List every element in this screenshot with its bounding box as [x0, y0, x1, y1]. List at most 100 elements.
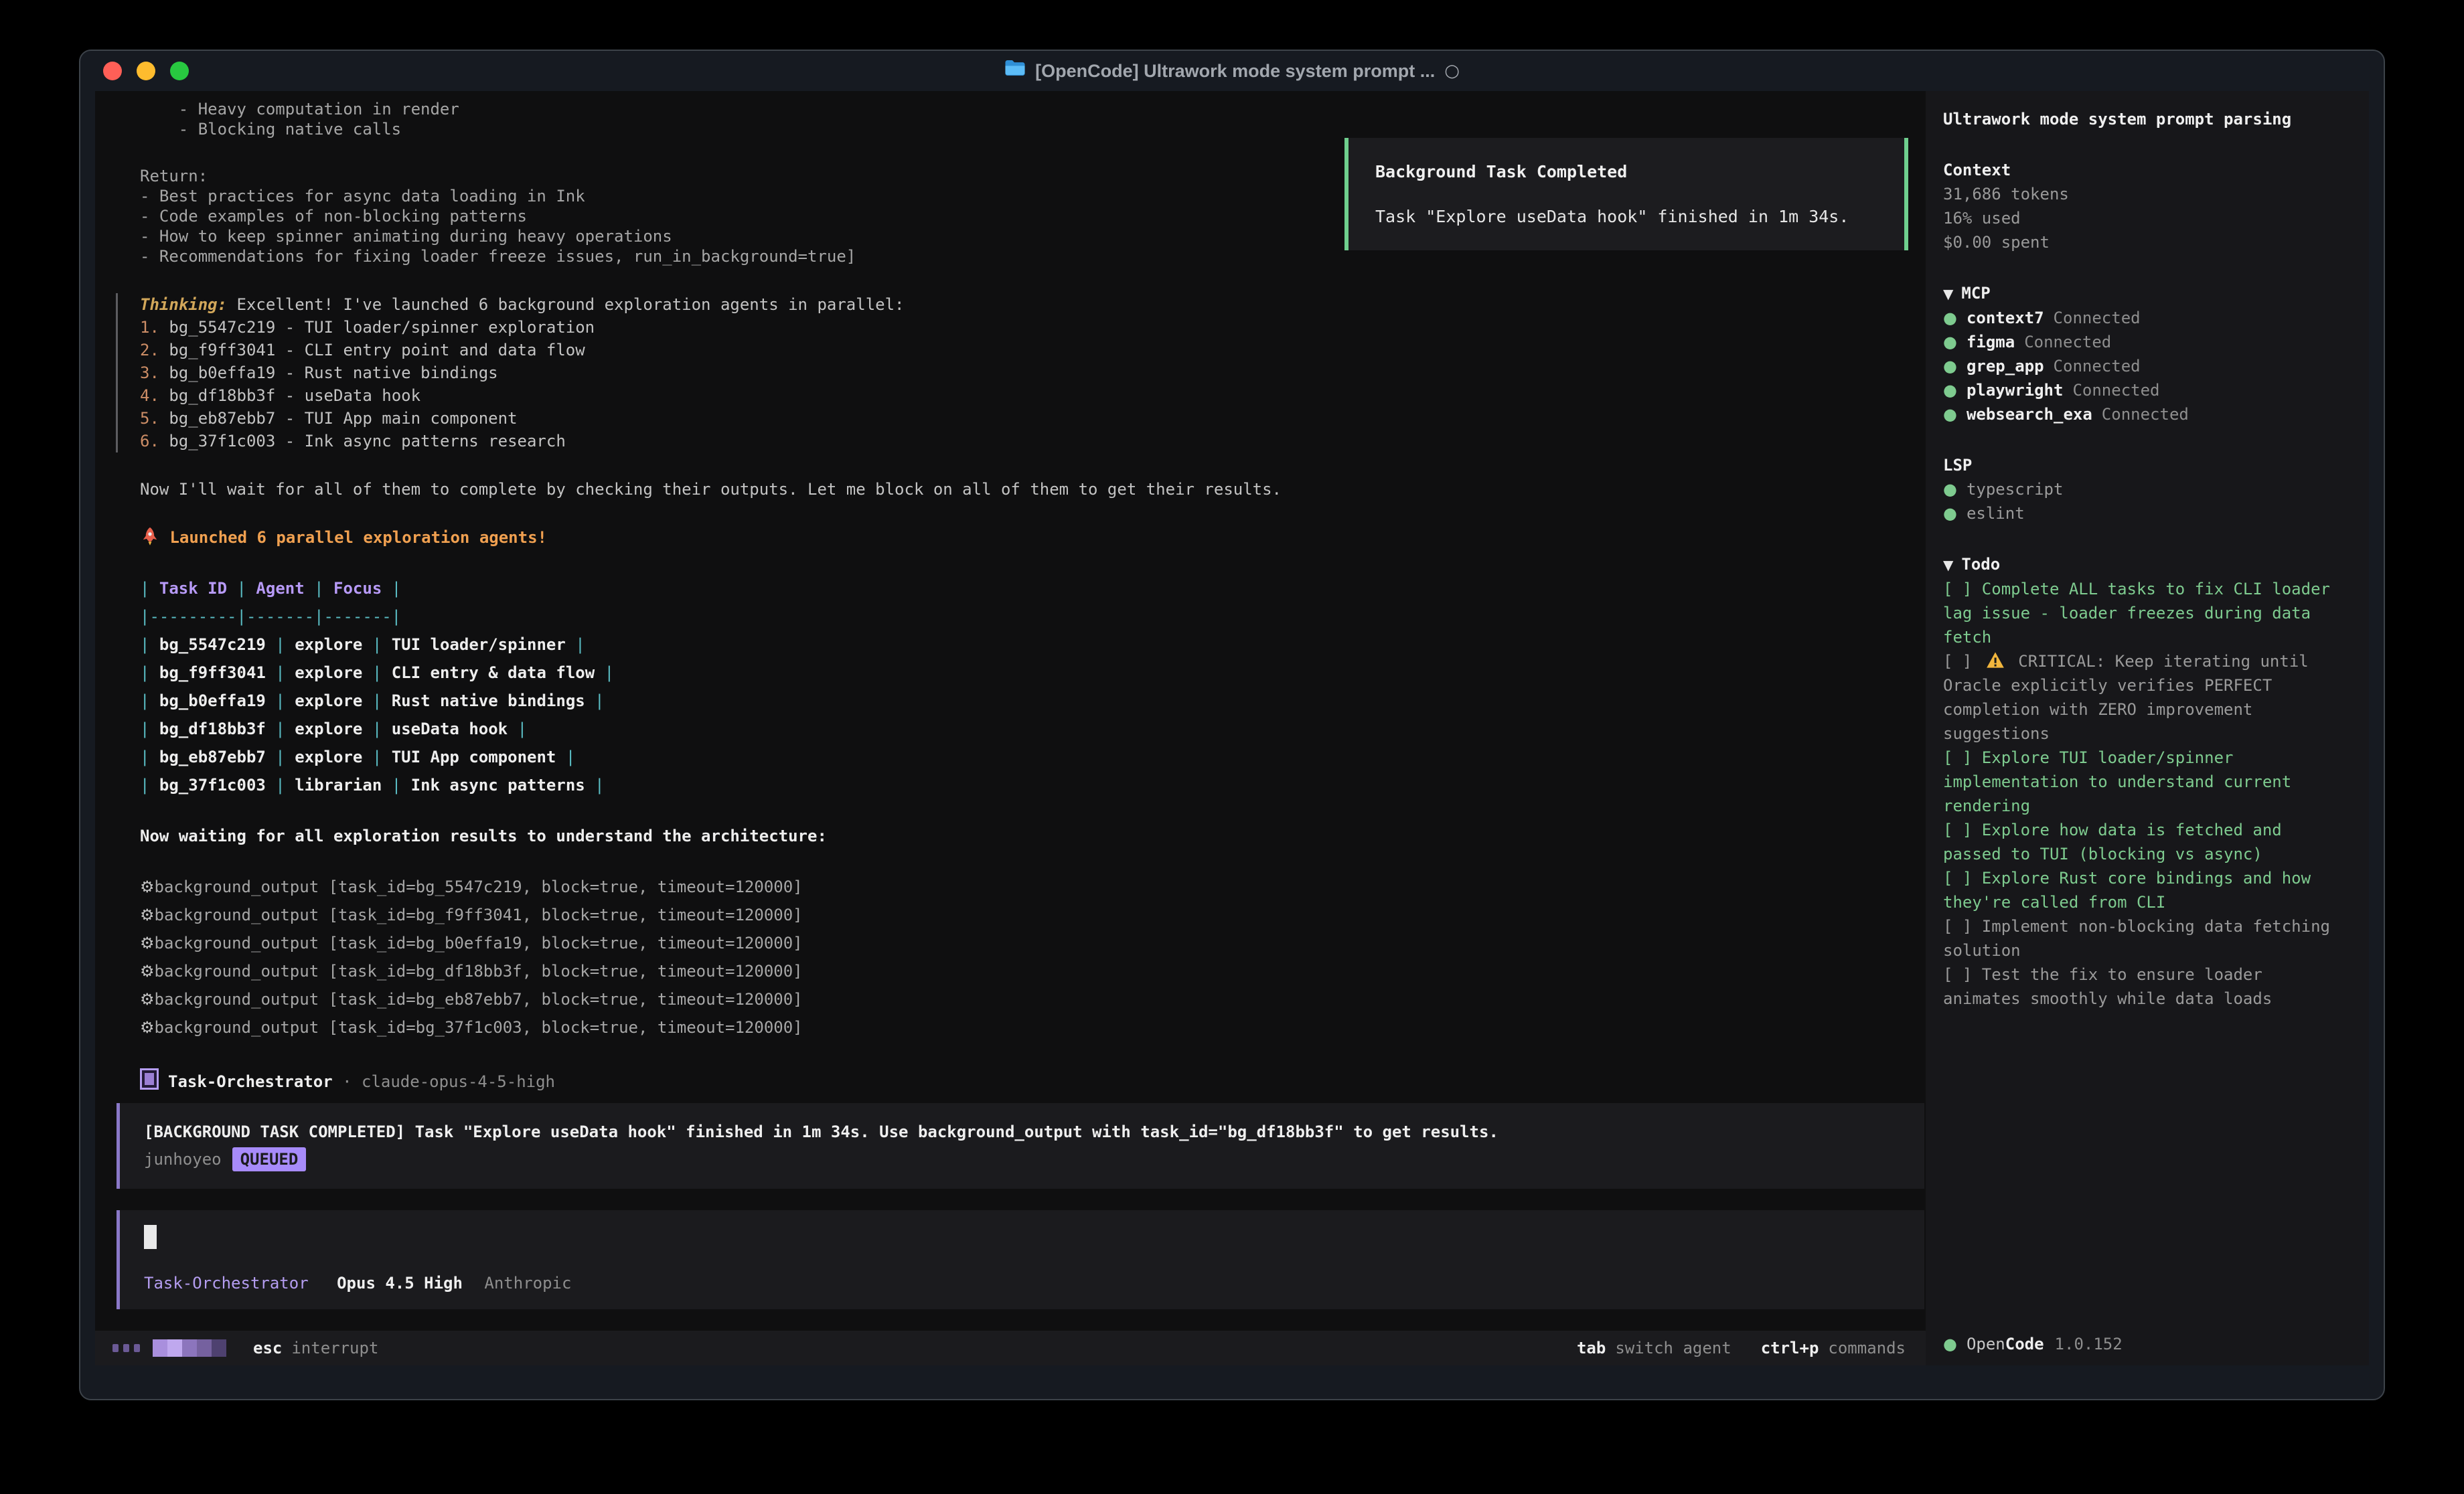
- mcp-item: ●figmaConnected: [1943, 330, 2342, 354]
- message-meta: junhoyeoQUEUED: [144, 1147, 1900, 1171]
- window-title: [OpenCode] Ultrawork mode system prompt …: [80, 51, 2384, 91]
- status-dot-icon: ●: [1943, 309, 1957, 327]
- status-dot-icon: ●: [1943, 480, 1957, 499]
- folder-icon: [1004, 60, 1026, 82]
- mcp-item: ●websearch_exaConnected: [1943, 402, 2342, 426]
- table-row: | bg_df18bb3f | explore | useData hook |: [140, 715, 1906, 743]
- todo-item: [ ] Explore how data is fetched and pass…: [1943, 818, 2342, 866]
- thinking: Thinking: Excellent! I've launched 6 bac…: [116, 293, 1906, 452]
- gear-icon: ⚙: [140, 906, 155, 924]
- todo-section: ▼Todo [ ] Complete ALL tasks to fix CLI …: [1943, 552, 2342, 1011]
- text-cursor: [144, 1225, 157, 1249]
- todo-item: [ ] CRITICAL: Keep iterating until Oracl…: [1943, 649, 2342, 746]
- lsp-item: ●typescript: [1943, 477, 2342, 501]
- status-dot-icon: ●: [1943, 357, 1957, 376]
- titlebar[interactable]: [OpenCode] Ultrawork mode system prompt …: [80, 51, 2384, 91]
- prompt-input[interactable]: Task-Orchestrator Opus 4.5 High Anthropi…: [117, 1210, 1924, 1309]
- thinking-line: 1. bg_5547c219 - TUI loader/spinner expl…: [140, 316, 1906, 339]
- notification-toast[interactable]: Background Task Completed Task "Explore …: [1344, 138, 1908, 250]
- toast-body: Task "Explore useData hook" finished in …: [1375, 207, 1877, 226]
- provider-label: Anthropic: [484, 1274, 571, 1293]
- todo-item: [ ] Test the fix to ensure loader animat…: [1943, 963, 2342, 1011]
- status-bar: esc interrupt tab switch agent ctrl+p co…: [95, 1331, 1926, 1365]
- todo-item: [ ] Explore TUI loader/spinner implement…: [1943, 746, 2342, 818]
- context-stat: 16% used: [1943, 206, 2342, 230]
- tool-calls-line: ⚙background_output [task_id=bg_37f1c003,…: [140, 1013, 1906, 1042]
- gear-icon: ⚙: [140, 934, 155, 952]
- active-agent-label[interactable]: Task-Orchestrator: [144, 1274, 309, 1293]
- thinking-line: 6. bg_37f1c003 - Ink async patterns rese…: [140, 430, 1906, 452]
- gear-icon: ⚙: [140, 878, 155, 896]
- lsp-list: ●typescript●eslint: [1943, 477, 2342, 525]
- mcp-item: ●playwrightConnected: [1943, 378, 2342, 402]
- desktop: [OpenCode] Ultrawork mode system prompt …: [0, 0, 2464, 1494]
- window-title-text: [OpenCode] Ultrawork mode system prompt …: [1035, 61, 1435, 82]
- chevron-down-icon: ▼: [1943, 286, 1953, 302]
- agent-attribution-line: Task-Orchestrator · claude-opus-4-5-high: [140, 1068, 1906, 1092]
- context-section: Context 31,686 tokens16% used$0.00 spent: [1943, 158, 2342, 254]
- thinking-line: 4. bg_df18bb3f - useData hook: [140, 384, 1906, 407]
- todo-heading[interactable]: ▼Todo: [1943, 552, 2342, 577]
- thinking-line: 2. bg_f9ff3041 - CLI entry point and dat…: [140, 339, 1906, 361]
- checkbox: [ ]: [1943, 965, 1982, 984]
- arch-note: Now waiting for all exploration results …: [140, 826, 1906, 846]
- tool-calls-line: ⚙background_output [task_id=bg_b0effa19,…: [140, 929, 1906, 957]
- lsp-section: LSP ●typescript●eslint: [1943, 453, 2342, 525]
- tool-calls-line: ⚙background_output [task_id=bg_df18bb3f,…: [140, 957, 1906, 985]
- announcement-line: Launched 6 parallel exploration agents!: [140, 526, 1906, 548]
- checkbox: [ ]: [1943, 748, 1982, 767]
- chevron-down-icon: ▼: [1943, 557, 1953, 573]
- status-dot-icon: ●: [1943, 381, 1957, 400]
- progress-circle-icon: ○: [1444, 61, 1460, 81]
- status-dot-icon: ●: [1943, 504, 1957, 523]
- mcp-item: ●context7Connected: [1943, 306, 2342, 330]
- table-row: | bg_5547c219 | explore | TUI loader/spi…: [140, 631, 1906, 659]
- active-model-label[interactable]: Opus 4.5 High: [337, 1274, 463, 1293]
- agent-selector[interactable]: Task-Orchestrator Opus 4.5 High Anthropi…: [144, 1272, 1900, 1295]
- thinking-line: 5. bg_eb87ebb7 - TUI App main component: [140, 407, 1906, 430]
- lsp-heading: LSP: [1943, 453, 2342, 477]
- table-separator-row: |---------|-------|-------|: [140, 602, 1906, 631]
- input-line[interactable]: [144, 1225, 1900, 1255]
- status-dot-icon: ●: [1943, 1332, 1957, 1356]
- agent-attribution: Task-Orchestrator · claude-opus-4-5-high: [140, 1068, 1906, 1092]
- app-version: ● OpenCode 1.0.152: [1943, 1332, 2342, 1356]
- tool-output-tail: - Heavy computation in render - Blocking…: [140, 99, 1906, 139]
- toast-title: Background Task Completed: [1375, 162, 1877, 181]
- session-title: Ultrawork mode system prompt parsing: [1943, 107, 2342, 131]
- warning-icon: [1982, 652, 2018, 671]
- app-content: - Heavy computation in render - Blocking…: [95, 91, 2369, 1365]
- agent-icon: [140, 1068, 159, 1090]
- todo-list: [ ] Complete ALL tasks to fix CLI loader…: [1943, 577, 2342, 1011]
- checkbox: [ ]: [1943, 821, 1982, 839]
- tool-calls: ⚙background_output [task_id=bg_5547c219,…: [140, 873, 1906, 1042]
- shortcut-commands[interactable]: ctrl+p commands: [1761, 1339, 1906, 1357]
- queued-badge: QUEUED: [232, 1147, 307, 1171]
- checkbox: [ ]: [1943, 580, 1982, 598]
- rocket-icon: [140, 528, 160, 547]
- table-row: | bg_eb87ebb7 | explore | TUI App compon…: [140, 743, 1906, 771]
- tool-calls-line: ⚙background_output [task_id=bg_f9ff3041,…: [140, 901, 1906, 929]
- mcp-heading[interactable]: ▼MCP: [1943, 281, 2342, 306]
- checkbox: [ ]: [1943, 869, 1982, 888]
- context-heading: Context: [1943, 158, 2342, 182]
- announcement: Launched 6 parallel exploration agents!: [140, 526, 1906, 548]
- gear-icon: ⚙: [140, 962, 155, 981]
- sidebar: Ultrawork mode system prompt parsing Con…: [1926, 91, 2369, 1365]
- opencode-window: [OpenCode] Ultrawork mode system prompt …: [79, 50, 2385, 1400]
- checkbox: [ ]: [1943, 652, 1982, 671]
- gear-icon: ⚙: [140, 990, 155, 1009]
- gear-icon: ⚙: [140, 1018, 155, 1037]
- shortcut-switch-agent[interactable]: tab switch agent: [1577, 1339, 1731, 1357]
- todo-item: [ ] Implement non-blocking data fetching…: [1943, 914, 2342, 963]
- background-task-message: [BACKGROUND TASK COMPLETED] Task "Explor…: [117, 1103, 1924, 1189]
- arch-note-line: Now waiting for all exploration results …: [140, 826, 1906, 846]
- tool-calls-line: ⚙background_output [task_id=bg_5547c219,…: [140, 873, 1906, 901]
- shortcut-interrupt[interactable]: esc interrupt: [253, 1339, 378, 1357]
- checkbox: [ ]: [1943, 917, 1982, 936]
- wait-note: Now I'll wait for all of them to complet…: [140, 479, 1906, 499]
- mcp-item: ●grep_appConnected: [1943, 354, 2342, 378]
- table-header-row: | Task ID | Agent | Focus |: [140, 574, 1906, 602]
- todo-item: [ ] Explore Rust core bindings and how t…: [1943, 866, 2342, 914]
- agents-table: | Task ID | Agent | Focus ||---------|--…: [140, 574, 1906, 799]
